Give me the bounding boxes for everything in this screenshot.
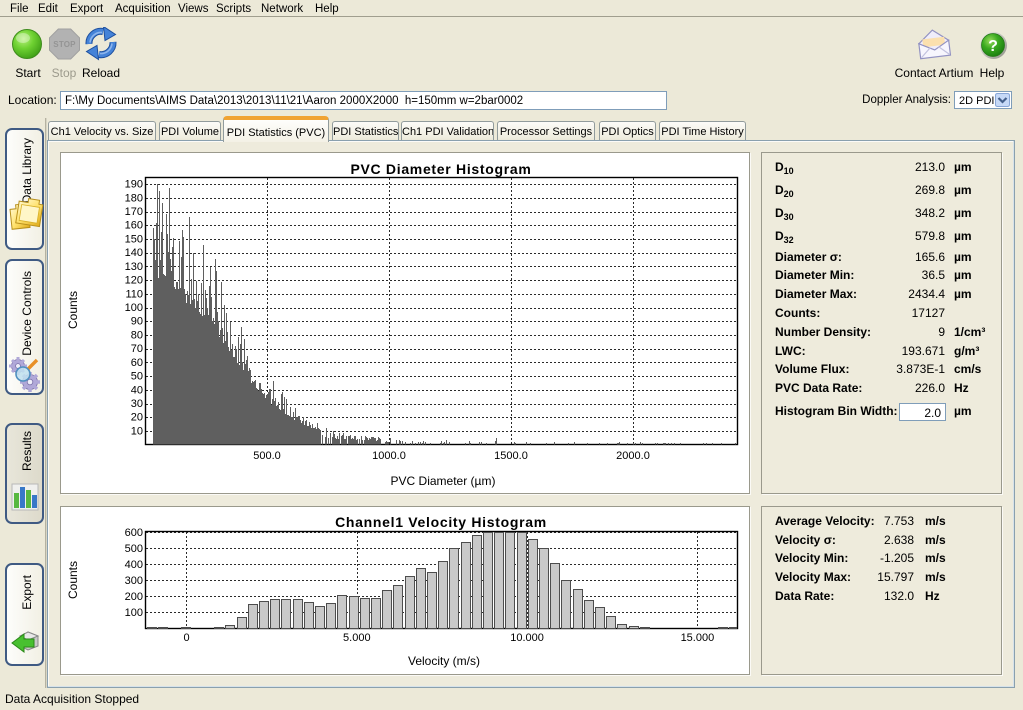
svg-text:80: 80 bbox=[131, 329, 143, 341]
svg-text:60: 60 bbox=[131, 357, 143, 369]
svg-text:100: 100 bbox=[125, 607, 143, 619]
svg-text:10.000: 10.000 bbox=[510, 632, 544, 644]
svg-text:300: 300 bbox=[125, 575, 143, 587]
svg-text:5.000: 5.000 bbox=[343, 632, 371, 644]
svg-text:130: 130 bbox=[125, 261, 143, 273]
svg-text:10: 10 bbox=[131, 425, 143, 437]
svg-text:Counts: Counts bbox=[66, 561, 80, 599]
svg-text:190: 190 bbox=[125, 179, 143, 191]
svg-text:1500.0: 1500.0 bbox=[494, 450, 528, 462]
svg-text:110: 110 bbox=[125, 288, 143, 300]
svg-text:PVC Diameter Histogram: PVC Diameter Histogram bbox=[350, 161, 531, 177]
svg-text:120: 120 bbox=[125, 275, 143, 287]
svg-text:20: 20 bbox=[131, 412, 143, 424]
svg-text:0: 0 bbox=[183, 632, 189, 644]
svg-text:600: 600 bbox=[125, 527, 143, 539]
svg-text:40: 40 bbox=[131, 384, 143, 396]
svg-text:PVC Diameter (µm): PVC Diameter (µm) bbox=[391, 474, 496, 488]
svg-text:30: 30 bbox=[131, 398, 143, 410]
svg-text:1000.0: 1000.0 bbox=[372, 450, 406, 462]
svg-text:500.0: 500.0 bbox=[253, 450, 281, 462]
svg-text:50: 50 bbox=[131, 371, 143, 383]
svg-text:160: 160 bbox=[125, 220, 143, 232]
svg-text:200: 200 bbox=[125, 591, 143, 603]
svg-text:400: 400 bbox=[125, 559, 143, 571]
svg-text:100: 100 bbox=[125, 302, 143, 314]
svg-text:500: 500 bbox=[125, 543, 143, 555]
svg-text:90: 90 bbox=[131, 316, 143, 328]
svg-text:150: 150 bbox=[125, 233, 143, 245]
svg-text:15.000: 15.000 bbox=[681, 632, 715, 644]
svg-text:Counts: Counts bbox=[66, 291, 80, 329]
svg-text:140: 140 bbox=[125, 247, 143, 259]
svg-text:Velocity (m/s): Velocity (m/s) bbox=[408, 654, 480, 668]
svg-text:2000.0: 2000.0 bbox=[616, 450, 650, 462]
svg-text:70: 70 bbox=[131, 343, 143, 355]
svg-text:180: 180 bbox=[125, 192, 143, 204]
svg-text:170: 170 bbox=[125, 206, 143, 218]
svg-text:Channel1 Velocity Histogram: Channel1 Velocity Histogram bbox=[335, 514, 547, 530]
